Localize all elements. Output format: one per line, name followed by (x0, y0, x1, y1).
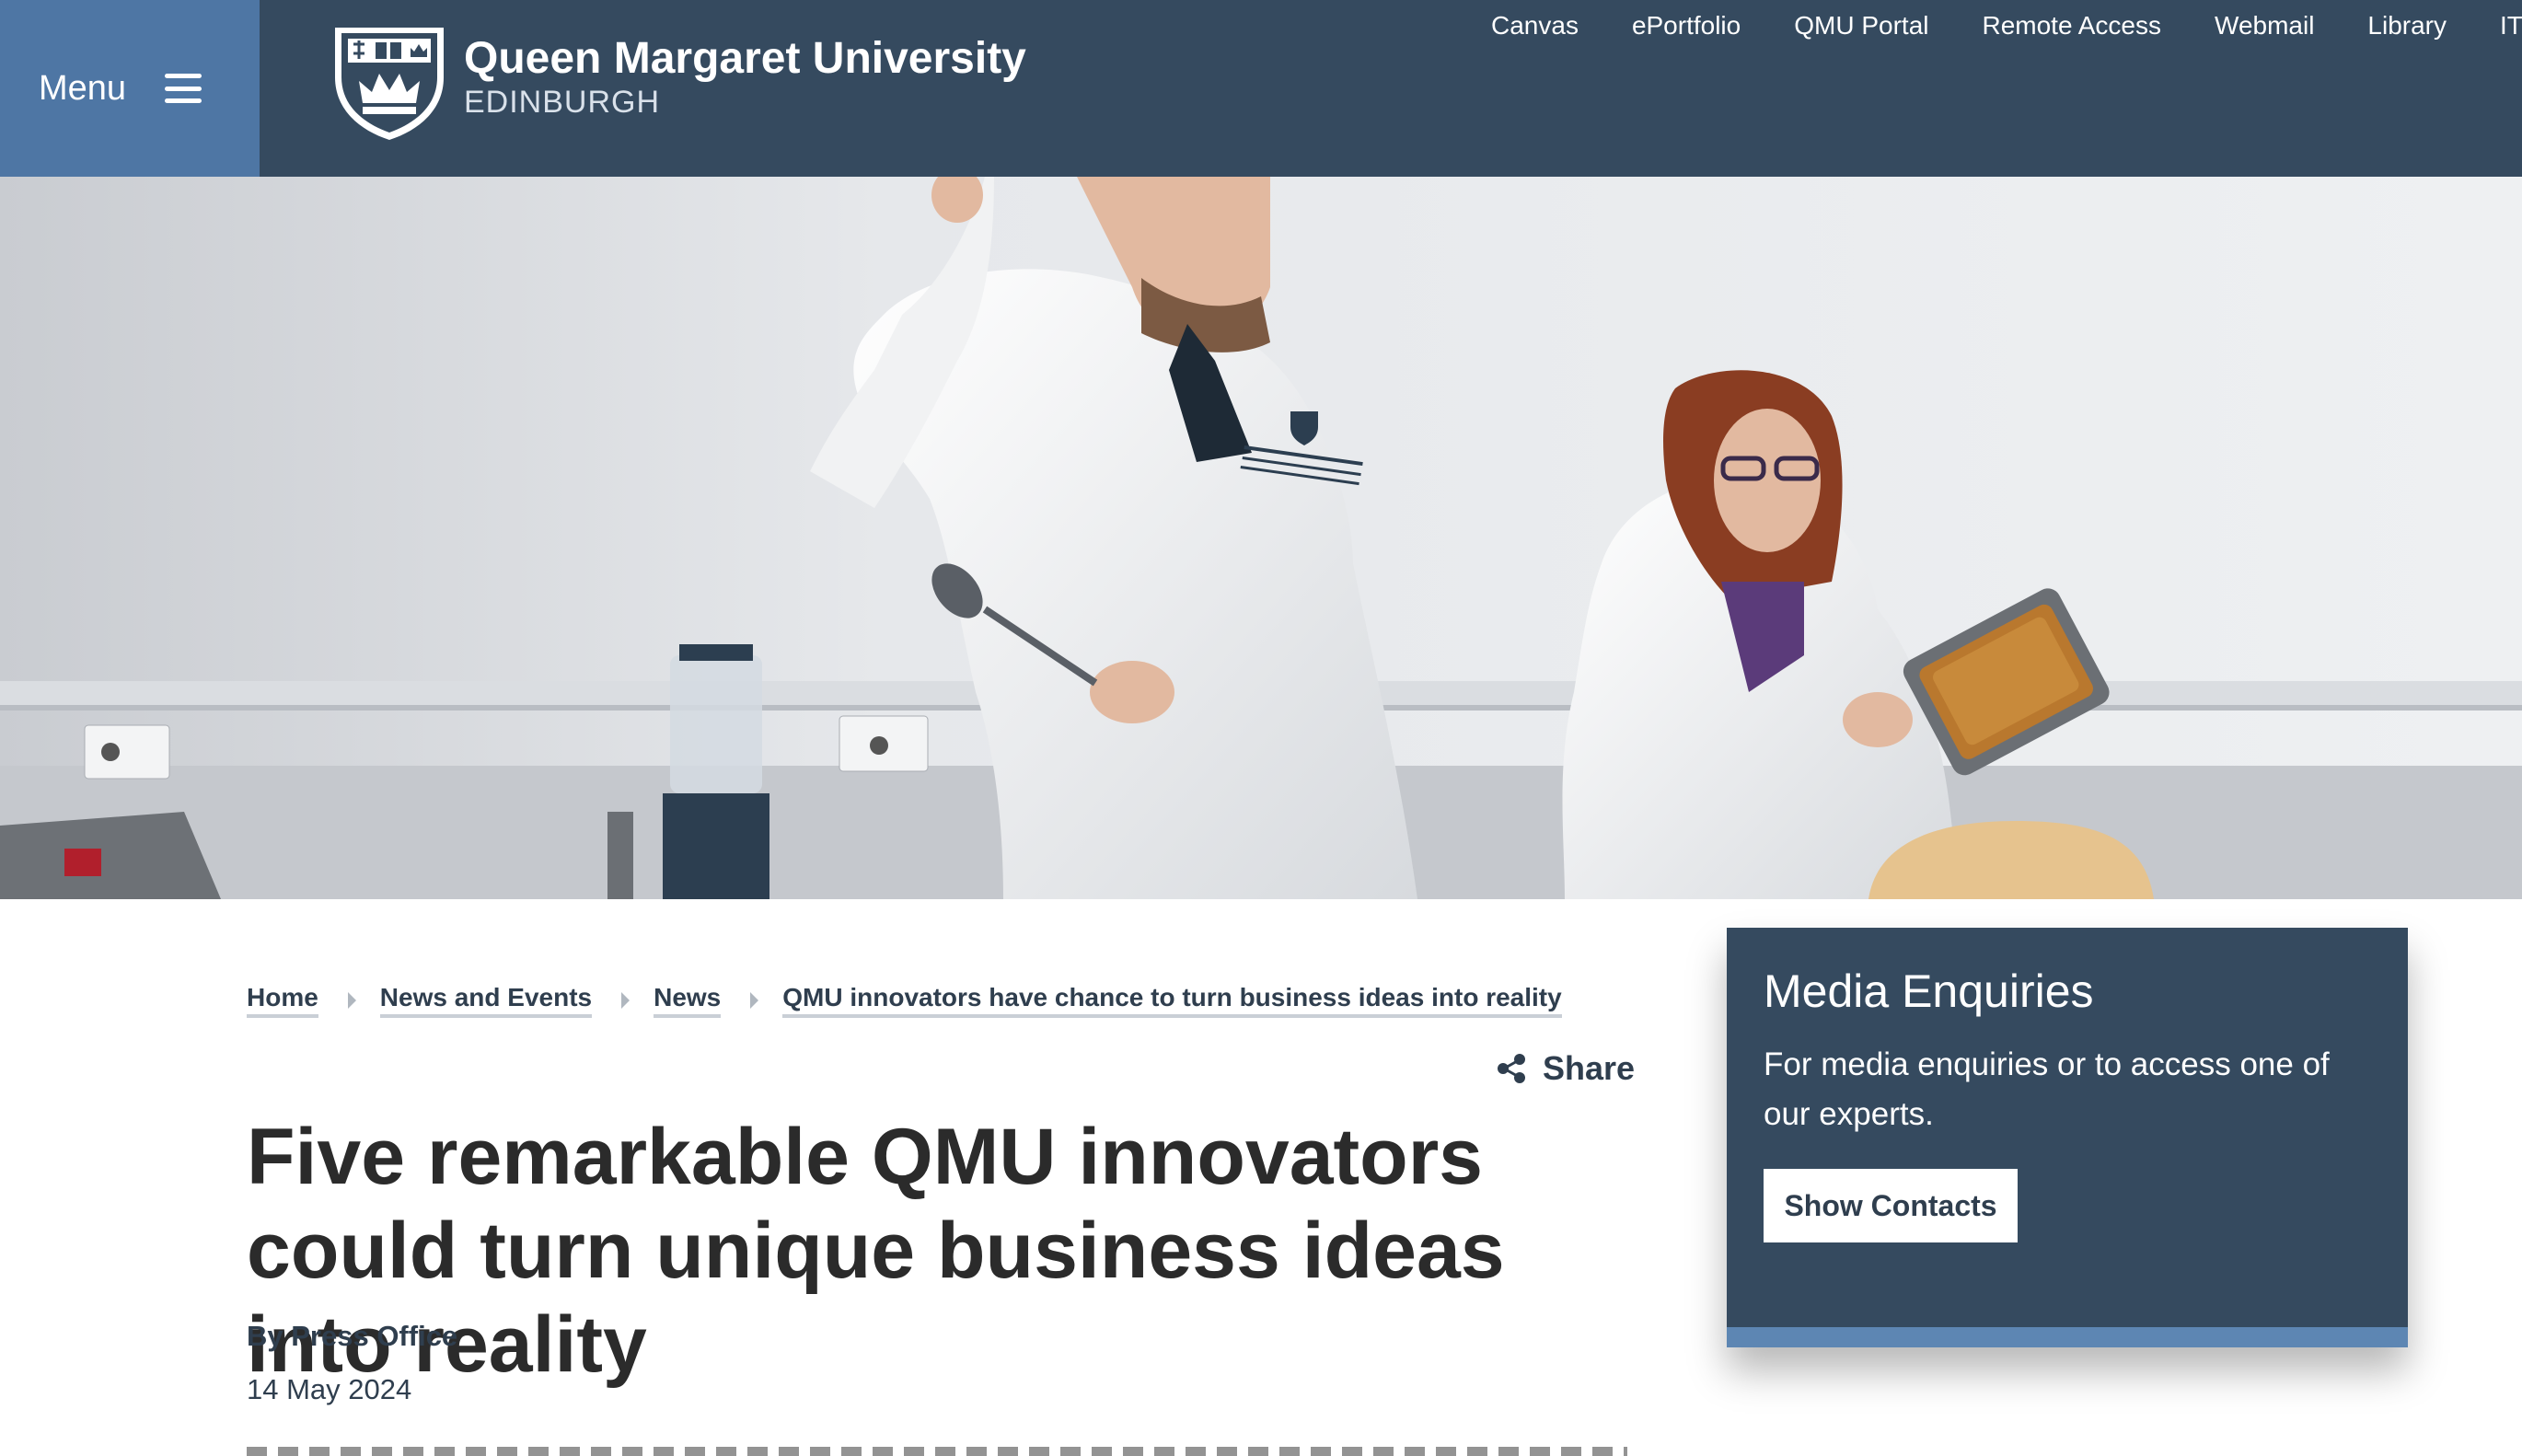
share-button[interactable]: Share (1497, 1049, 1635, 1088)
breadcrumb-news[interactable]: News (654, 983, 722, 1018)
article-date: 14 May 2024 (247, 1373, 412, 1405)
breadcrumb-chevron-icon (750, 992, 759, 1009)
hero-image (0, 177, 2522, 899)
media-enquiries-card: Media Enquiries For media enquiries or t… (1727, 928, 2408, 1347)
menu-button[interactable]: Menu (0, 0, 260, 177)
breadcrumb: Home News and Events News QMU innovators… (247, 983, 1562, 1018)
quick-link-webmail[interactable]: Webmail (2215, 9, 2314, 42)
university-location: EDINBURGH (464, 85, 661, 120)
share-icon (1498, 1054, 1525, 1083)
breadcrumb-chevron-icon (621, 992, 630, 1009)
breadcrumb-chevron-icon (347, 992, 356, 1009)
media-enquiries-heading: Media Enquiries (1764, 965, 2094, 1017)
hamburger-icon (165, 74, 202, 103)
media-enquiries-text: For media enquiries or to access one of … (1764, 1046, 2330, 1132)
quick-link-canvas[interactable]: Canvas (1491, 9, 1579, 42)
quick-link-remote-access[interactable]: Remote Access (1982, 9, 2161, 42)
menu-label: Menu (39, 68, 127, 108)
site-header: Menu Queen Margaret University EDINBURGH… (0, 0, 2522, 177)
show-contacts-button[interactable]: Show Contacts (1764, 1169, 2018, 1242)
article-title: Five remarkable QMU innovators could tur… (247, 1113, 1505, 1389)
share-label: Share (1543, 1049, 1636, 1087)
breadcrumb-home[interactable]: Home (247, 983, 318, 1018)
quick-link-it[interactable]: IT (2500, 9, 2522, 42)
article-byline: By Press Office (247, 1320, 458, 1352)
quick-links-nav: Canvas ePortfolio QMU Portal Remote Acce… (1491, 9, 2522, 42)
university-name[interactable]: Queen Margaret University (464, 33, 1026, 84)
breadcrumb-news-and-events[interactable]: News and Events (379, 983, 593, 1018)
quick-link-qmu-portal[interactable]: QMU Portal (1794, 9, 1928, 42)
article-body-cutoff (247, 1447, 1627, 1456)
quick-link-eportfolio[interactable]: ePortfolio (1632, 9, 1741, 42)
card-accent-bar (1727, 1327, 2408, 1347)
university-crest-logo[interactable] (328, 20, 451, 142)
quick-link-library[interactable]: Library (2367, 9, 2447, 42)
breadcrumb-current-page[interactable]: QMU innovators have chance to turn busin… (782, 983, 1562, 1018)
